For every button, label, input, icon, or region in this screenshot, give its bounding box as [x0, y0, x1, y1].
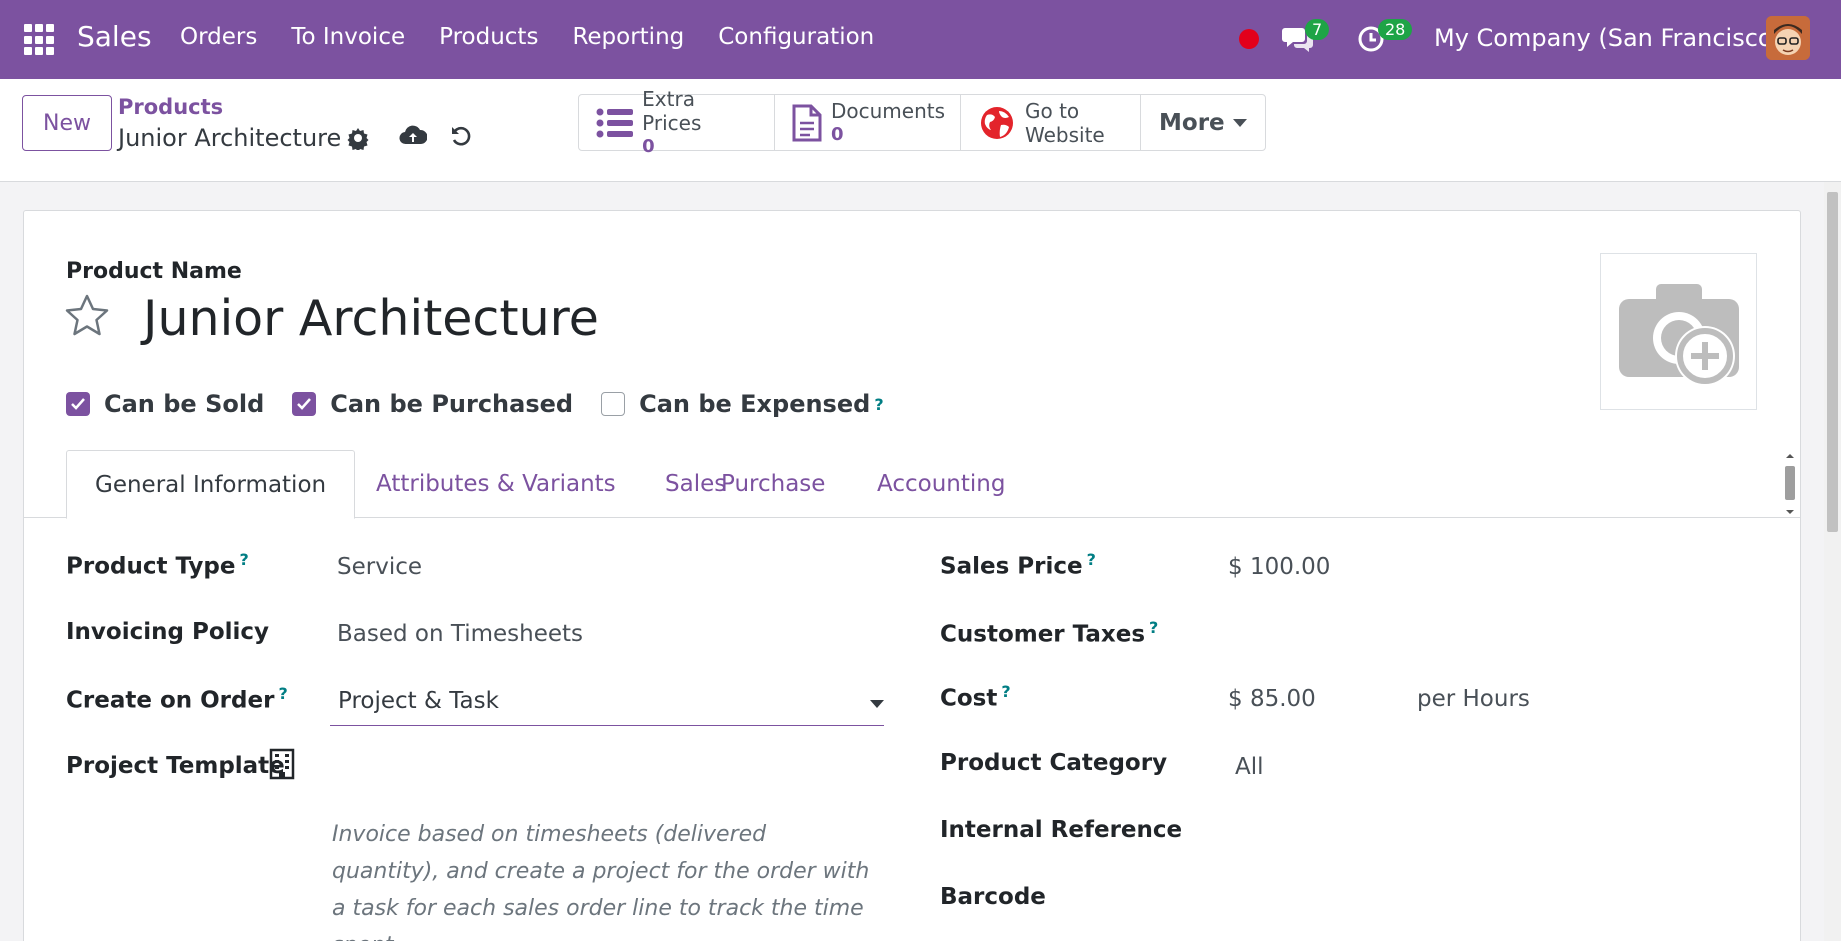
tab-general-information[interactable]: General Information [66, 450, 356, 519]
smart-buttons-bar: Extra Prices 0 Documents 0 Go to Website… [578, 87, 1266, 157]
app-grid-icon[interactable] [24, 24, 56, 56]
app-name[interactable]: Sales [77, 20, 152, 53]
menu-item-reporting[interactable]: Reporting [572, 24, 684, 50]
product-image-upload[interactable] [1600, 253, 1757, 410]
barcode-label: Barcode [940, 884, 1046, 910]
breadcrumb-current-record: Junior Architecture [118, 124, 342, 152]
control-panel: New Products Junior Architecture Extra P… [0, 79, 1841, 182]
tabs-scrollbar[interactable] [1782, 452, 1798, 516]
product-type-label: Product Type? [66, 550, 249, 580]
chevron-down-icon [1232, 118, 1247, 127]
can-be-expensed-label: Can be Expensed [639, 390, 871, 418]
extra-prices-count: 0 [642, 135, 655, 157]
documents-label: Documents [831, 98, 946, 123]
extra-prices-button[interactable]: Extra Prices 0 [579, 87, 775, 157]
scrollbar-thumb[interactable] [1827, 192, 1838, 532]
invoicing-policy-field[interactable]: Based on Timesheets [337, 621, 583, 647]
help-tooltip-icon[interactable]: ? [874, 395, 883, 414]
more-label: More [1159, 109, 1225, 136]
company-switcher[interactable]: My Company (San Francisco) [1434, 24, 1782, 52]
record-indicator-icon[interactable] [1239, 29, 1259, 49]
checkbox-checked-icon[interactable] [66, 392, 90, 416]
cost-label: Cost? [940, 682, 1011, 712]
page-scrollbar[interactable] [1824, 182, 1841, 941]
document-icon [791, 104, 823, 141]
menu-item-products[interactable]: Products [439, 24, 538, 50]
documents-count: 0 [831, 123, 844, 145]
checkbox-checked-icon[interactable] [292, 392, 317, 416]
can-be-sold-label: Can be Sold [104, 390, 265, 418]
discard-undo-icon[interactable] [449, 124, 473, 148]
product-name-label: Product Name [66, 259, 242, 284]
menu-item-orders[interactable]: Orders [180, 24, 257, 50]
can-be-purchased-label: Can be Purchased [330, 390, 574, 418]
create-on-order-select[interactable]: Project & Task [330, 682, 884, 726]
extra-prices-label: Extra Prices [642, 86, 702, 135]
product-flags: Can be Sold Can be Purchased Can be Expe… [66, 390, 912, 418]
sales-price-field[interactable]: $ 100.00 [1228, 554, 1330, 580]
chevron-down-icon[interactable] [870, 700, 884, 708]
more-dropdown-button[interactable]: More [1141, 95, 1265, 150]
product-name-input[interactable]: Junior Architecture [143, 290, 599, 347]
cost-field[interactable]: $ 85.00 [1228, 686, 1316, 712]
tab-accounting[interactable]: Accounting [849, 450, 1033, 518]
activity-count-badge: 28 [1378, 19, 1413, 40]
sales-price-label: Sales Price? [940, 550, 1096, 580]
can-be-purchased-checkbox[interactable]: Can be Purchased [292, 390, 573, 418]
internal-reference-label: Internal Reference [940, 817, 1183, 843]
top-navbar: Sales Orders To Invoice Products Reporti… [0, 0, 1841, 79]
can-be-sold-checkbox[interactable]: Can be Sold [66, 390, 264, 418]
go-to-website-button[interactable]: Go to Website [961, 95, 1141, 150]
help-tooltip-icon[interactable]: ? [1001, 682, 1010, 701]
help-tooltip-icon[interactable]: ? [1087, 550, 1096, 569]
user-avatar[interactable] [1766, 16, 1810, 60]
invoicing-help-text: Invoice based on timesheets (delivered q… [332, 822, 870, 941]
project-template-label: Project Template [66, 753, 285, 779]
create-on-order-label: Create on Order? [66, 684, 288, 714]
tab-attributes-variants[interactable]: Attributes & Variants [348, 450, 644, 518]
main-menu: Orders To Invoice Products Reporting Con… [180, 24, 908, 50]
checkbox-unchecked-icon[interactable] [601, 392, 626, 416]
globe-icon [977, 105, 1017, 141]
menu-item-to-invoice[interactable]: To Invoice [291, 24, 405, 50]
product-category-label: Product Category [940, 750, 1168, 776]
cost-unit: per Hours [1417, 686, 1530, 712]
breadcrumb-products[interactable]: Products [118, 95, 223, 119]
invoicing-policy-label: Invoicing Policy [66, 619, 270, 645]
create-on-order-value: Project & Task [338, 688, 499, 714]
building-icon [269, 748, 295, 780]
chat-count-badge: 7 [1305, 19, 1330, 40]
notebook-tabs: General Information Attributes & Variant… [23, 450, 1801, 519]
list-icon [595, 105, 634, 141]
website-label: Website [1025, 122, 1105, 147]
product-category-field[interactable]: All [1235, 754, 1264, 780]
cloud-upload-icon[interactable] [399, 124, 428, 148]
gear-icon[interactable] [346, 126, 370, 152]
customer-taxes-label: Customer Taxes? [940, 618, 1159, 648]
favorite-star-icon[interactable] [64, 293, 110, 339]
help-tooltip-icon[interactable]: ? [240, 550, 249, 569]
documents-button[interactable]: Documents 0 [775, 95, 961, 150]
product-type-field[interactable]: Service [337, 554, 422, 580]
new-button[interactable]: New [22, 95, 112, 151]
menu-item-configuration[interactable]: Configuration [718, 24, 874, 50]
tab-purchase[interactable]: Purchase [693, 450, 853, 518]
go-to-label: Go to [1025, 98, 1080, 123]
can-be-expensed-checkbox[interactable]: Can be Expensed ? [601, 390, 884, 418]
help-tooltip-icon[interactable]: ? [278, 684, 287, 703]
help-tooltip-icon[interactable]: ? [1149, 618, 1158, 637]
